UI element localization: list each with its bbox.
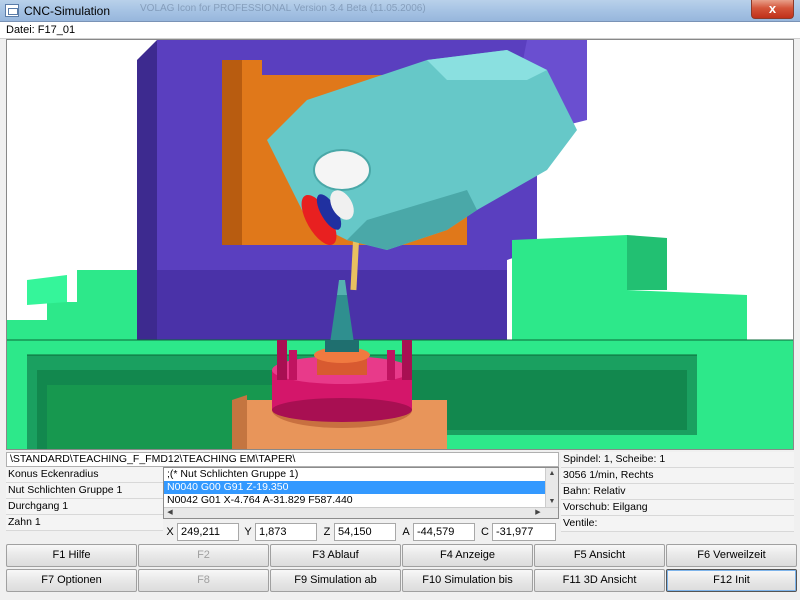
status-panel: \STANDARD\TEACHING_F_FMD12\TEACHING EM\T… [0, 450, 800, 544]
machine-column-side [137, 40, 157, 340]
scroll-right-arrow-icon[interactable]: ▶ [532, 508, 544, 518]
f12-init-button[interactable]: F12 Init [666, 569, 797, 592]
nc-line[interactable]: ;(* Nut Schlichten Gruppe 1) [164, 468, 558, 481]
machine-state-item: Bahn: Relativ [561, 484, 794, 500]
simulation-3d-viewport[interactable] [6, 39, 794, 450]
machine-state-item: Spindel: 1, Scheibe: 1 [561, 452, 794, 468]
coord-axis-label: Z [323, 526, 331, 538]
file-label: Datei: F17_01 [6, 24, 76, 36]
operation-info-item: Nut Schlichten Gruppe 1 [6, 483, 163, 499]
coord-axis-label: X [166, 526, 174, 538]
f11-3d-view-button[interactable]: F11 3D Ansicht [534, 569, 665, 592]
tool-holder-flange [325, 340, 359, 352]
close-button[interactable]: x [751, 0, 794, 19]
nc-line[interactable]: N0042 G01 X-4.764 A-31.829 F587.440 [164, 494, 558, 507]
scroll-left-arrow-icon[interactable]: ◀ [164, 508, 176, 518]
background-window-text: VOLAG Icon for PROFESSIONAL Version 3.4 … [140, 3, 426, 14]
f7-options-button[interactable]: F7 Optionen [6, 569, 137, 592]
axis-coordinates: X 249,211 Y 1,873 Z 54,150 A -44,579 C -… [163, 523, 559, 541]
machine-state-item: 3056 1/min, Rechts [561, 468, 794, 484]
f5-view-button[interactable]: F5 Ansicht [534, 544, 665, 567]
f4-display-button[interactable]: F4 Anzeige [402, 544, 533, 567]
coord-value: 249,211 [177, 523, 239, 541]
rotary-table-bottom-edge [272, 398, 412, 422]
title-bar[interactable]: CNC-Simulation VOLAG Icon for PROFESSION… [0, 0, 800, 22]
fixture-base-side [232, 395, 247, 449]
f9-simulation-start-button[interactable]: F9 Simulation ab [270, 569, 401, 592]
orange-slide-shade [222, 60, 242, 245]
app-window-icon [5, 4, 19, 17]
f6-dwell-time-button[interactable]: F6 Verweilzeit [666, 544, 797, 567]
f8-button[interactable]: F8 [138, 569, 269, 592]
coord-axis-label: Y [244, 526, 252, 538]
operation-info-item: Konus Eckenradius [6, 467, 163, 483]
window-title: CNC-Simulation [24, 4, 111, 18]
machine-state-item: Vorschub: Eilgang [561, 500, 794, 516]
program-path: \STANDARD\TEACHING_F_FMD12\TEACHING EM\T… [6, 452, 559, 467]
green-table-right-shade [627, 235, 667, 290]
f3-sequence-button[interactable]: F3 Ablauf [270, 544, 401, 567]
coord-axis-label: A [402, 526, 410, 538]
function-key-bar: F1 Hilfe F2 F3 Ablauf F4 Anzeige F5 Ansi… [6, 544, 797, 594]
machine-state-info: Spindel: 1, Scheibe: 1 3056 1/min, Recht… [561, 452, 794, 532]
green-table-left-top [27, 275, 67, 305]
coord-axis-label: C [481, 526, 489, 538]
operation-info: Konus Eckenradius Nut Schlichten Gruppe … [6, 467, 163, 531]
f1-help-button[interactable]: F1 Hilfe [6, 544, 137, 567]
f2-button[interactable]: F2 [138, 544, 269, 567]
operation-info-item: Durchgang 1 [6, 499, 163, 515]
operation-info-item: Zahn 1 [6, 515, 163, 531]
coord-value: -44,579 [413, 523, 475, 541]
f10-simulation-until-button[interactable]: F10 Simulation bis [402, 569, 533, 592]
nc-line-selected[interactable]: N0040 G00 G91 Z-19.350 [164, 481, 545, 494]
horizontal-scrollbar[interactable]: ◀ ▶ [164, 507, 558, 518]
machine-scene [7, 40, 793, 449]
file-info-bar: Datei: F17_01 [0, 22, 800, 39]
machine-state-item: Ventile: [561, 516, 794, 532]
vertical-scrollbar[interactable]: ▲ ▼ [545, 468, 558, 508]
nc-program-listing[interactable]: ;(* Nut Schlichten Gruppe 1) N0040 G00 G… [163, 467, 559, 519]
coord-value: -31,977 [492, 523, 556, 541]
scroll-up-arrow-icon[interactable]: ▲ [546, 468, 558, 480]
coord-value: 1,873 [255, 523, 317, 541]
coord-value: 54,150 [334, 523, 396, 541]
